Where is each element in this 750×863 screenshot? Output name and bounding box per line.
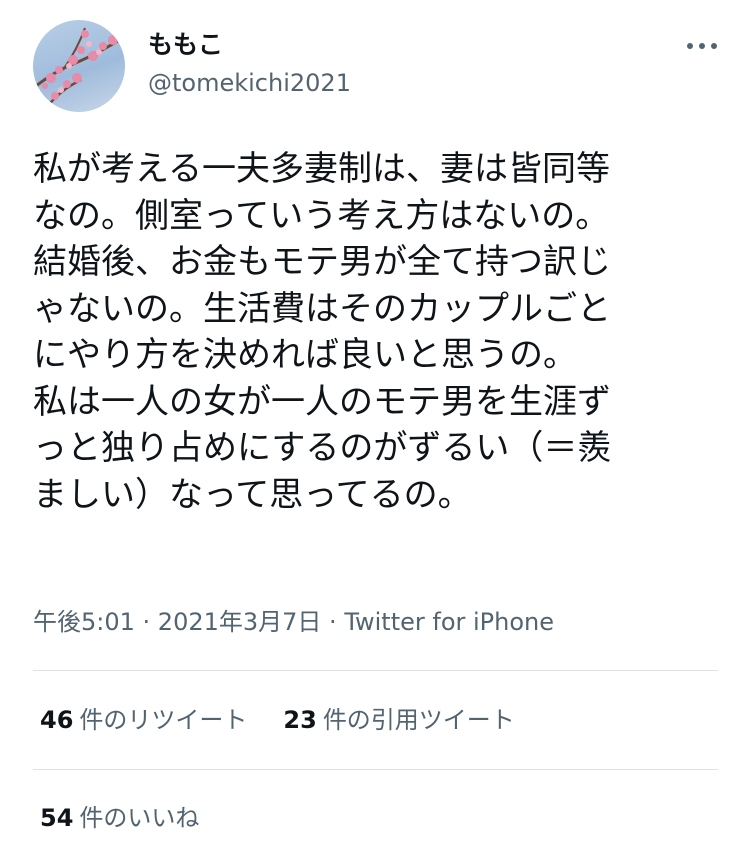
- tweet-line: 私は一人の女が一人のモテ男を生涯ず: [33, 381, 611, 422]
- quote-tweets-label: 件の引用ツイート: [322, 706, 515, 734]
- tweet-line: にやり方を決めれば良いと思うの。: [33, 335, 577, 375]
- likes-label: 件のいいね: [79, 804, 200, 832]
- more-options-button[interactable]: [682, 34, 722, 58]
- tweet-time[interactable]: 午後5:01: [33, 608, 135, 636]
- display-name[interactable]: ももこ: [148, 30, 223, 60]
- engagement-stats-row: 46 件のリツイート 23 件の引用ツイート: [40, 704, 551, 736]
- meta-separator: ·: [321, 608, 345, 636]
- tweet-source-link[interactable]: Twitter for iPhone: [344, 608, 554, 636]
- tweet-text: 私が考える一夫多妻制は、妻は皆同等 なの。側室っていう考え方はないの。 結婚後、…: [33, 146, 723, 518]
- retweets-label: 件のリツイート: [79, 706, 248, 734]
- tweet-line: ましい）なって思ってるの。: [33, 474, 472, 515]
- tweet-metadata: 午後5:01 · 2021年3月7日 · Twitter for iPhone: [33, 606, 554, 638]
- tweet-line: ゃないの。生活費はそのカップルごと: [33, 288, 611, 329]
- tweet-line: 結婚後、お金もモテ男が全て持つ訳じ: [33, 242, 611, 282]
- avatar-image: [33, 27, 124, 112]
- meta-separator: ·: [134, 608, 158, 636]
- tweet-line: っと独り占めにするのがずるい（＝羨: [33, 428, 612, 468]
- likes-stats-row: 54 件のいいね: [40, 802, 235, 834]
- retweets-stat[interactable]: 46 件のリツイート: [40, 704, 247, 736]
- quote-tweets-stat[interactable]: 23 件の引用ツイート: [283, 704, 514, 736]
- divider: [33, 670, 718, 671]
- tweet-line: なの。側室っていう考え方はないの。: [33, 195, 610, 236]
- quote-tweets-count: 23: [283, 706, 317, 734]
- likes-stat[interactable]: 54 件のいいね: [40, 802, 199, 834]
- avatar[interactable]: [33, 20, 125, 112]
- more-dots-icon: [687, 43, 717, 49]
- retweets-count: 46: [40, 706, 74, 734]
- likes-count: 54: [40, 804, 74, 832]
- user-handle[interactable]: @tomekichi2021: [148, 68, 351, 98]
- tweet-line: 私が考える一夫多妻制は、妻は皆同等: [33, 149, 610, 189]
- tweet-date[interactable]: 2021年3月7日: [158, 608, 322, 636]
- divider: [33, 769, 718, 770]
